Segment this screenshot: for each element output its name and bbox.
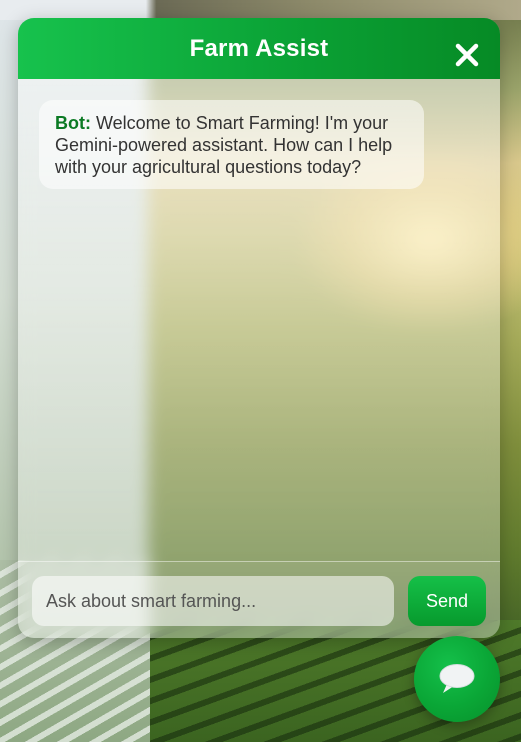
bot-message: Bot: Welcome to Smart Farming! I'm your … xyxy=(39,100,424,189)
close-icon xyxy=(455,43,479,67)
chat-toggle-button[interactable] xyxy=(414,636,500,722)
close-button[interactable] xyxy=(454,42,480,68)
message-sender: Bot: xyxy=(55,113,91,133)
chat-input-bar: Send xyxy=(18,561,500,638)
chat-header: Farm Assist xyxy=(18,18,500,79)
chat-bubble-icon xyxy=(439,664,475,693)
chat-window: Farm Assist Bot: Welcome to Smart Farmin… xyxy=(18,18,500,638)
send-button[interactable]: Send xyxy=(408,576,486,626)
chat-messages: Bot: Welcome to Smart Farming! I'm your … xyxy=(18,79,500,561)
message-text: Welcome to Smart Farming! I'm your Gemin… xyxy=(55,113,393,177)
chat-input[interactable] xyxy=(32,576,394,626)
chat-title: Farm Assist xyxy=(189,34,329,62)
